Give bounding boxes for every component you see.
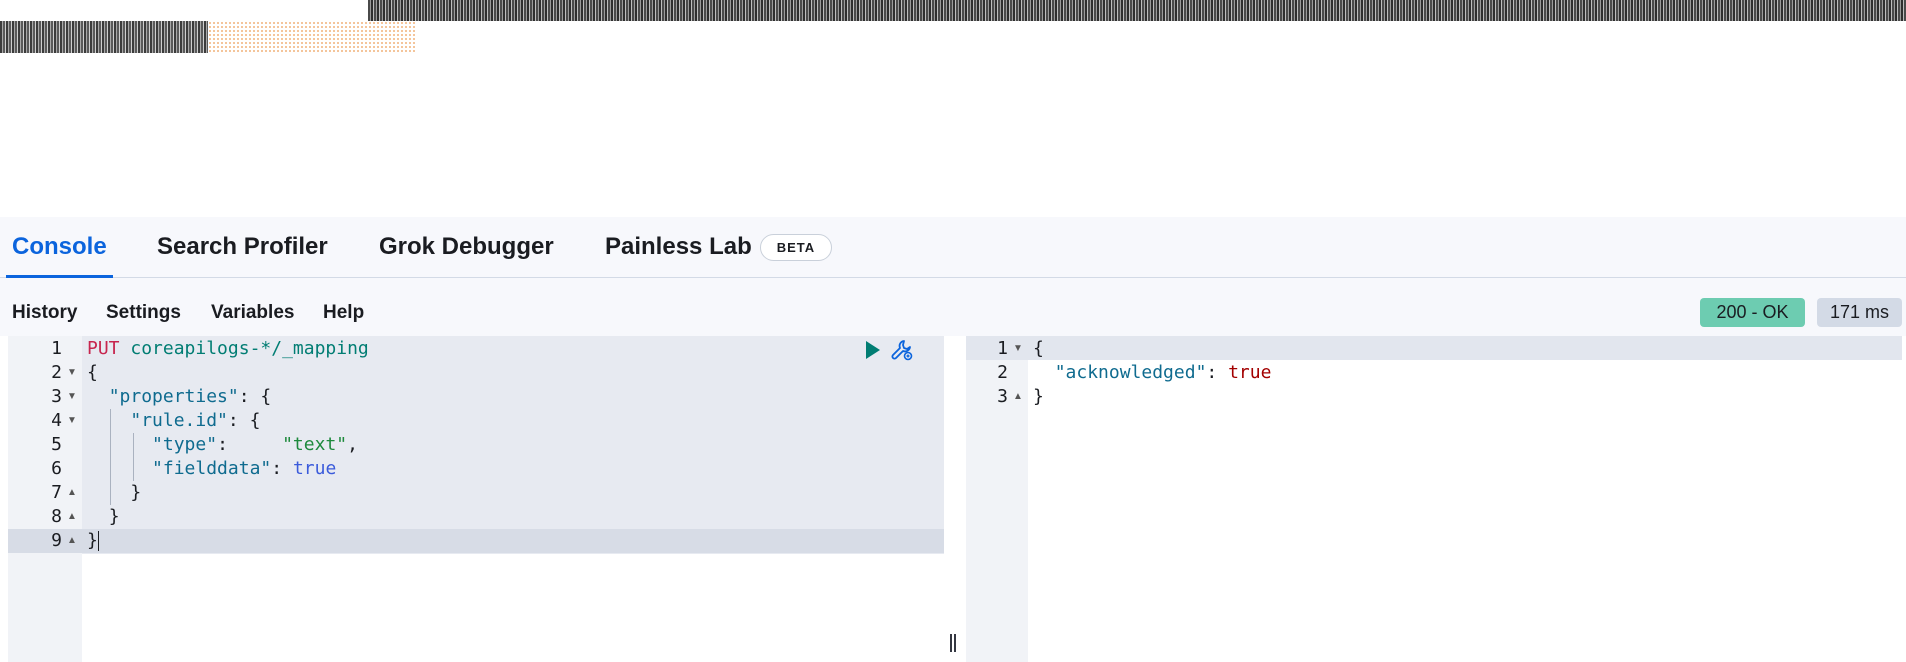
- json-key: "rule.id": [130, 410, 228, 431]
- request-line-9: }: [87, 529, 99, 553]
- wrench-icon[interactable]: [890, 338, 914, 362]
- request-line-7: }: [87, 481, 141, 505]
- active-line-highlight: [8, 529, 944, 553]
- request-line-1: PUT coreapilogs-*/_mapping: [87, 337, 369, 361]
- fold-open-icon[interactable]: ▼: [67, 385, 77, 409]
- request-line-8: }: [87, 505, 120, 529]
- request-time-badge: 171 ms: [1817, 298, 1902, 327]
- json-punct: :: [217, 434, 283, 455]
- response-active-line: [966, 336, 1902, 360]
- json-string: "text": [282, 434, 348, 455]
- line-number: 3: [997, 386, 1008, 407]
- json-punct: }: [130, 482, 142, 503]
- line-number: 2: [51, 362, 62, 383]
- json-punct: :: [1206, 362, 1229, 383]
- tab-grok-debugger[interactable]: Grok Debugger: [379, 217, 554, 277]
- fold-close-icon[interactable]: ▲: [67, 481, 77, 505]
- line-number: 9: [51, 530, 62, 551]
- line-number: 7: [51, 482, 62, 503]
- tab-painless-lab-label: Painless Lab: [605, 233, 752, 260]
- line-number: 5: [51, 434, 62, 455]
- json-punct: :: [271, 458, 293, 479]
- line-number: 3: [51, 386, 62, 407]
- line-number: 1: [51, 338, 62, 359]
- beta-badge: BETA: [759, 233, 833, 261]
- panel-resizer-handle[interactable]: [950, 634, 956, 654]
- fold-open-icon[interactable]: ▼: [1013, 337, 1023, 361]
- json-bool: true: [1228, 362, 1272, 383]
- tab-search-profiler[interactable]: Search Profiler: [157, 217, 328, 277]
- status-code-badge: 200 - OK: [1700, 298, 1805, 327]
- json-punct: }: [108, 506, 120, 527]
- fold-open-icon[interactable]: ▼: [67, 361, 77, 385]
- dev-tools-tabs: Console Search Profiler Grok Debugger Pa…: [0, 217, 1906, 278]
- request-url: coreapilogs-*/_mapping: [130, 338, 369, 359]
- tab-console[interactable]: Console: [6, 217, 113, 278]
- request-line-6: "fielddata": true: [87, 457, 336, 481]
- line-number: 2: [997, 362, 1008, 383]
- json-punct: ,: [347, 434, 358, 455]
- line-number: 8: [51, 506, 62, 527]
- request-line-5: "type": "text",: [87, 433, 358, 457]
- json-punct: : {: [238, 386, 272, 407]
- line-number: 6: [51, 458, 62, 479]
- fold-close-icon[interactable]: ▲: [67, 529, 77, 553]
- obscured-header-block: [0, 21, 208, 53]
- json-key: "fielddata": [152, 458, 272, 479]
- json-key: "properties": [108, 386, 239, 407]
- response-line-1: {: [1033, 338, 1044, 359]
- console-toolbar: History Settings Variables Help: [0, 278, 1906, 336]
- text-cursor: [97, 531, 99, 551]
- request-line-3: "properties": {: [87, 385, 272, 409]
- obscured-header-strip: [368, 0, 1906, 21]
- response-line-2: "acknowledged": true: [1033, 361, 1272, 385]
- json-key: "type": [152, 434, 218, 455]
- line-number: 4: [51, 410, 62, 431]
- fold-open-icon[interactable]: ▼: [67, 409, 77, 433]
- json-bool: true: [292, 458, 337, 479]
- request-line-4: "rule.id": {: [87, 409, 260, 433]
- http-method: PUT: [87, 338, 120, 359]
- tab-painless-lab[interactable]: Painless Lab BETA: [605, 217, 833, 277]
- line-number: 1: [997, 338, 1008, 359]
- json-punct: : {: [227, 410, 261, 431]
- request-line-2: {: [87, 362, 98, 383]
- fold-close-icon[interactable]: ▲: [1013, 385, 1023, 409]
- response-line-3: }: [1033, 386, 1044, 407]
- fold-close-icon[interactable]: ▲: [67, 505, 77, 529]
- json-key: "acknowledged": [1054, 362, 1207, 383]
- play-icon[interactable]: [864, 340, 882, 360]
- obscured-header-pattern: [208, 21, 416, 53]
- json-punct: }: [87, 530, 98, 551]
